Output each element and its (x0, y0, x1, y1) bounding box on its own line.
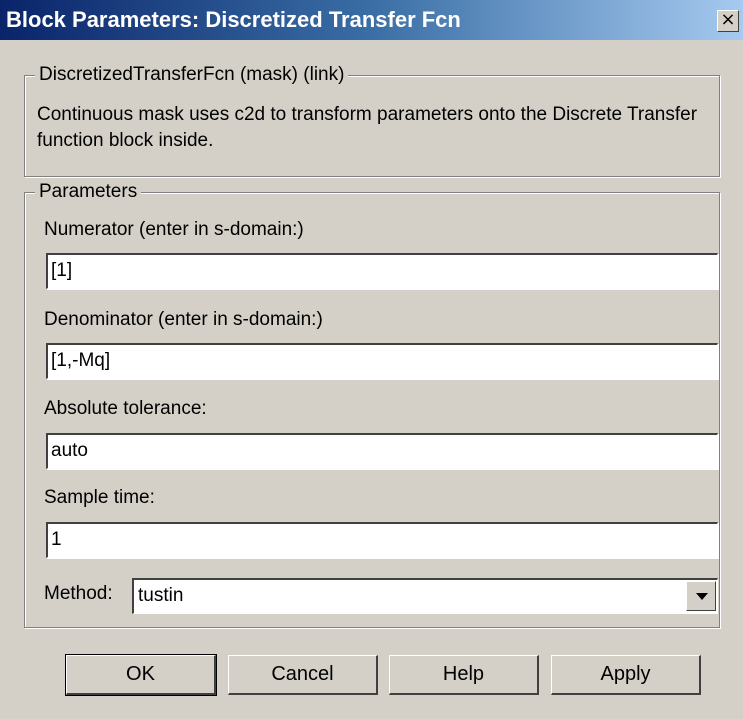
close-icon[interactable]: × (717, 10, 739, 32)
denominator-label: Denominator (enter in s-domain:) (44, 309, 323, 330)
numerator-label: Numerator (enter in s-domain:) (44, 219, 304, 240)
description-group: DiscretizedTransferFcn (mask) (link) Con… (24, 64, 720, 177)
absolute-tolerance-label: Absolute tolerance: (44, 398, 207, 419)
sample-time-label: Sample time: (44, 487, 155, 508)
help-button[interactable]: Help (389, 655, 539, 695)
description-group-legend: DiscretizedTransferFcn (mask) (link) (35, 64, 349, 86)
window-title: Block Parameters: Discretized Transfer F… (6, 7, 461, 32)
description-text: Continuous mask uses c2d to transform pa… (37, 104, 698, 151)
cancel-button[interactable]: Cancel (228, 655, 378, 695)
apply-button[interactable]: Apply (551, 655, 701, 695)
denominator-field[interactable]: [1,-Mq] (46, 343, 718, 379)
numerator-field[interactable]: [1] (46, 253, 718, 289)
title-bar[interactable]: Block Parameters: Discretized Transfer F… (0, 0, 743, 40)
method-label: Method: (44, 583, 113, 604)
chevron-down-icon[interactable] (686, 581, 716, 611)
parameters-group: Parameters Numerator (enter in s-domain:… (24, 181, 720, 628)
ok-button[interactable]: OK (65, 654, 217, 696)
method-select-value: tustin (138, 585, 184, 606)
block-parameters-dialog: Block Parameters: Discretized Transfer F… (0, 0, 743, 719)
method-select[interactable]: tustin (132, 578, 718, 614)
absolute-tolerance-field[interactable]: auto (46, 433, 718, 469)
sample-time-field[interactable]: 1 (46, 522, 718, 558)
parameters-group-legend: Parameters (35, 181, 142, 203)
